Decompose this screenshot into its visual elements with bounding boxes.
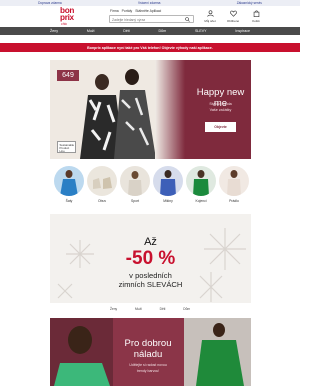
main-nav: Ženy Muži Děti Dům SLEVY Inspirace [0, 27, 300, 35]
sale-link[interactable]: Dům [183, 307, 190, 311]
category-label: Sport [130, 199, 140, 203]
sale-banner[interactable]: Až -50 % v posledních zimních SLEVÁCH [50, 214, 251, 303]
logo-line: chic [61, 22, 68, 26]
user-icon [206, 10, 214, 17]
site-header: bon prix chic Firma Portály Stáhněte Apl… [0, 6, 300, 27]
mood-title-line: náladu [133, 349, 163, 360]
category-label: Obuv [97, 199, 107, 203]
hero-fade [155, 60, 185, 159]
category-image [153, 166, 183, 196]
category-label: Kojenci [195, 199, 207, 203]
sale-category-links: Ženy Muži Děti Dům [110, 307, 190, 311]
mood-title-line: Pro dobrou [124, 338, 172, 349]
hero-cta-button[interactable]: Objevte [205, 122, 236, 132]
promo-text: Bonprix aplikace nyní také pro Váš telef… [87, 45, 213, 50]
cart-button[interactable]: Košík [249, 10, 263, 26]
category-item[interactable]: Mikiny [153, 166, 183, 206]
wishlist-label: Oblíbené [226, 18, 240, 23]
bonprix-logo[interactable]: bon prix chic [60, 6, 82, 27]
account-button[interactable]: Můj účet [203, 10, 217, 26]
wishlist-button[interactable]: Oblíbené [226, 10, 240, 26]
category-item[interactable]: Kojenci [186, 166, 216, 206]
mood-photo-right [184, 318, 251, 386]
header-actions: Můj účet Oblíbené Košík [203, 10, 263, 26]
category-image [186, 166, 216, 196]
category-image [54, 166, 84, 196]
top-link[interactable]: Doprava zdarma [38, 1, 62, 5]
header-link[interactable]: Portály [122, 9, 133, 13]
category-carousel: Šaty Obuv Sport Mikiny Kojenci Prádlo [50, 166, 251, 206]
search-input[interactable] [112, 17, 182, 23]
category-image [87, 166, 117, 196]
category-item[interactable]: Šaty [54, 166, 84, 206]
hero-banner[interactable]: 649 Sustainable Product Line Happy new m… [50, 60, 251, 159]
mood-photo-left [50, 318, 113, 386]
top-link[interactable]: Vrácení zdarma [138, 1, 160, 5]
mood-subtitle: Udělejte si radost novou trendy barvou! [112, 363, 184, 374]
mood-banner[interactable]: Pro dobrou náladu Udělejte si radost nov… [50, 318, 251, 386]
sale-description: v posledních zimních SLEVÁCH [50, 271, 251, 289]
hero-subtitle-line: Vaše začátky [209, 108, 232, 112]
price-badge: 649 [57, 70, 79, 81]
nav-item-dum[interactable]: Dům [159, 29, 167, 33]
sale-percent: -50 % [125, 248, 176, 269]
sale-link[interactable]: Muži [135, 307, 142, 311]
nav-item-zeny[interactable]: Ženy [50, 29, 58, 33]
category-label: Mikiny [163, 199, 173, 203]
sale-link[interactable]: Děti [160, 307, 166, 311]
heart-icon [229, 10, 237, 17]
top-link[interactable]: Zákaznický servis [237, 1, 262, 5]
mood-subtitle-line: trendy barvou! [136, 368, 160, 373]
search-box [109, 15, 194, 23]
account-label: Můj účet [204, 18, 216, 23]
category-item[interactable]: Prádlo [219, 166, 249, 206]
sustainable-badge: Sustainable Product Line [57, 141, 76, 153]
category-image [120, 166, 150, 196]
logo-line: prix [60, 13, 74, 22]
nav-item-inspirace[interactable]: Inspirace [235, 29, 250, 33]
sale-prefix: Až [144, 236, 157, 248]
header-link[interactable]: Stáhněte Aplikaci [135, 9, 161, 13]
hero-subtitle: Stylová móda Vaše začátky [190, 101, 251, 113]
sale-description-line: zimních SLEVÁCH [118, 280, 183, 289]
cart-label: Košík [252, 18, 260, 23]
mood-title: Pro dobrou náladu [112, 338, 184, 360]
category-item[interactable]: Obuv [87, 166, 117, 206]
nav-item-muzi[interactable]: Muži [87, 29, 95, 33]
category-item[interactable]: Sport [120, 166, 150, 206]
search-icon[interactable] [185, 17, 190, 23]
app-promo-banner[interactable]: Bonprix aplikace nyní také pro Váš telef… [0, 43, 300, 52]
header-links: Firma Portály Stáhněte Aplikaci [110, 9, 161, 13]
nav-item-slevy[interactable]: SLEVY [195, 29, 207, 33]
nav-item-deti[interactable]: Děti [123, 29, 129, 33]
category-label: Šaty [65, 199, 73, 203]
category-image [219, 166, 249, 196]
bag-icon [253, 10, 259, 17]
sale-description-line: v posledních [129, 271, 172, 280]
header-link[interactable]: Firma [110, 9, 119, 13]
category-label: Prádlo [229, 199, 239, 203]
sale-link[interactable]: Ženy [110, 307, 117, 311]
